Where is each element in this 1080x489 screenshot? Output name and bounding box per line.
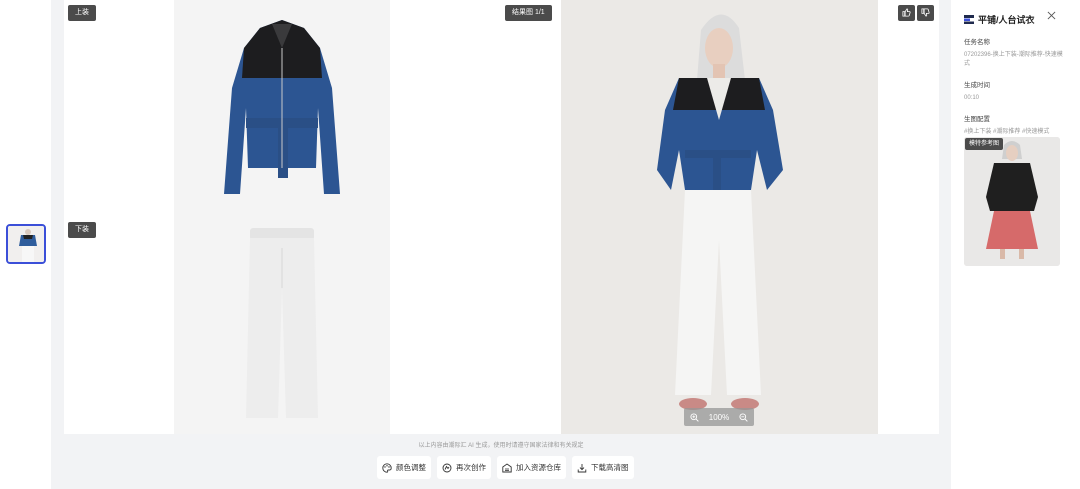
ai-disclaimer: 以上内容由潮际汇 AI 生成，使用时请遵守国家法律和有关规定	[418, 443, 584, 449]
dislike-button[interactable]	[917, 5, 934, 21]
thumbnail-rail	[0, 0, 51, 489]
config-label: 生图配置	[964, 116, 990, 123]
config-value: #换上下装 #潮际推荐 #快速模式	[964, 129, 1050, 135]
zoom-control: 100%	[684, 408, 754, 426]
model-reference-image[interactable]: 模特参考图	[964, 137, 1060, 266]
zoom-in-icon[interactable]	[690, 412, 699, 422]
add-to-warehouse-button[interactable]: 加入资源仓库	[497, 456, 566, 479]
app-logo-icon	[964, 14, 974, 24]
main-stage: 上装 下装 结果图 1/1 100% 以上内容由潮际汇 AI 生成，使用时请遵守…	[51, 0, 951, 489]
download-hd-button[interactable]: 下载高清图	[572, 456, 634, 479]
generation-time-label: 生成时间	[964, 82, 990, 89]
task-name-value: 07202396-换上下装-潮际推荐-快速模式	[964, 52, 1063, 67]
task-name-label: 任务名称	[964, 39, 990, 46]
recreate-button[interactable]: 再次创作	[437, 456, 491, 479]
color-adjust-label: 颜色调整	[396, 463, 426, 472]
result-counter-tag: 结果图 1/1	[505, 5, 552, 21]
thumbs-down-icon	[921, 8, 930, 17]
add-to-warehouse-label: 加入资源仓库	[516, 463, 561, 472]
result-thumbnail[interactable]	[6, 224, 46, 264]
thumbs-up-icon	[902, 8, 911, 17]
recreate-icon	[442, 463, 452, 472]
close-button[interactable]	[1047, 11, 1056, 23]
compose-canvas: 上装 下装 结果图 1/1	[64, 0, 939, 434]
reference-tag: 模特参考图	[965, 138, 1004, 150]
generation-time-value: 00:10	[964, 95, 980, 101]
like-button[interactable]	[898, 5, 915, 21]
zoom-out-icon[interactable]	[739, 412, 748, 422]
zoom-level: 100%	[708, 412, 730, 422]
bottom-garment-tag: 下装	[68, 222, 96, 238]
panel-title: 平铺/人台试衣	[978, 14, 1035, 25]
close-icon	[1047, 11, 1056, 20]
result-image[interactable]	[561, 0, 878, 434]
palette-icon	[382, 462, 392, 473]
pants-image	[246, 228, 318, 418]
top-garment-tag: 上装	[68, 5, 96, 21]
garment-panel	[174, 0, 390, 434]
download-icon	[577, 463, 587, 472]
download-hd-label: 下载高清图	[591, 463, 629, 472]
warehouse-icon	[502, 462, 512, 472]
reference-figure	[964, 137, 1060, 266]
jacket-image	[224, 20, 340, 194]
recreate-label: 再次创作	[456, 463, 486, 472]
model-result-figure	[561, 0, 878, 434]
action-bar: 颜色调整 再次创作 加入资源仓库 下载高清图	[377, 456, 634, 479]
thumbnail-image	[8, 226, 44, 262]
color-adjust-button[interactable]: 颜色调整	[377, 456, 431, 479]
